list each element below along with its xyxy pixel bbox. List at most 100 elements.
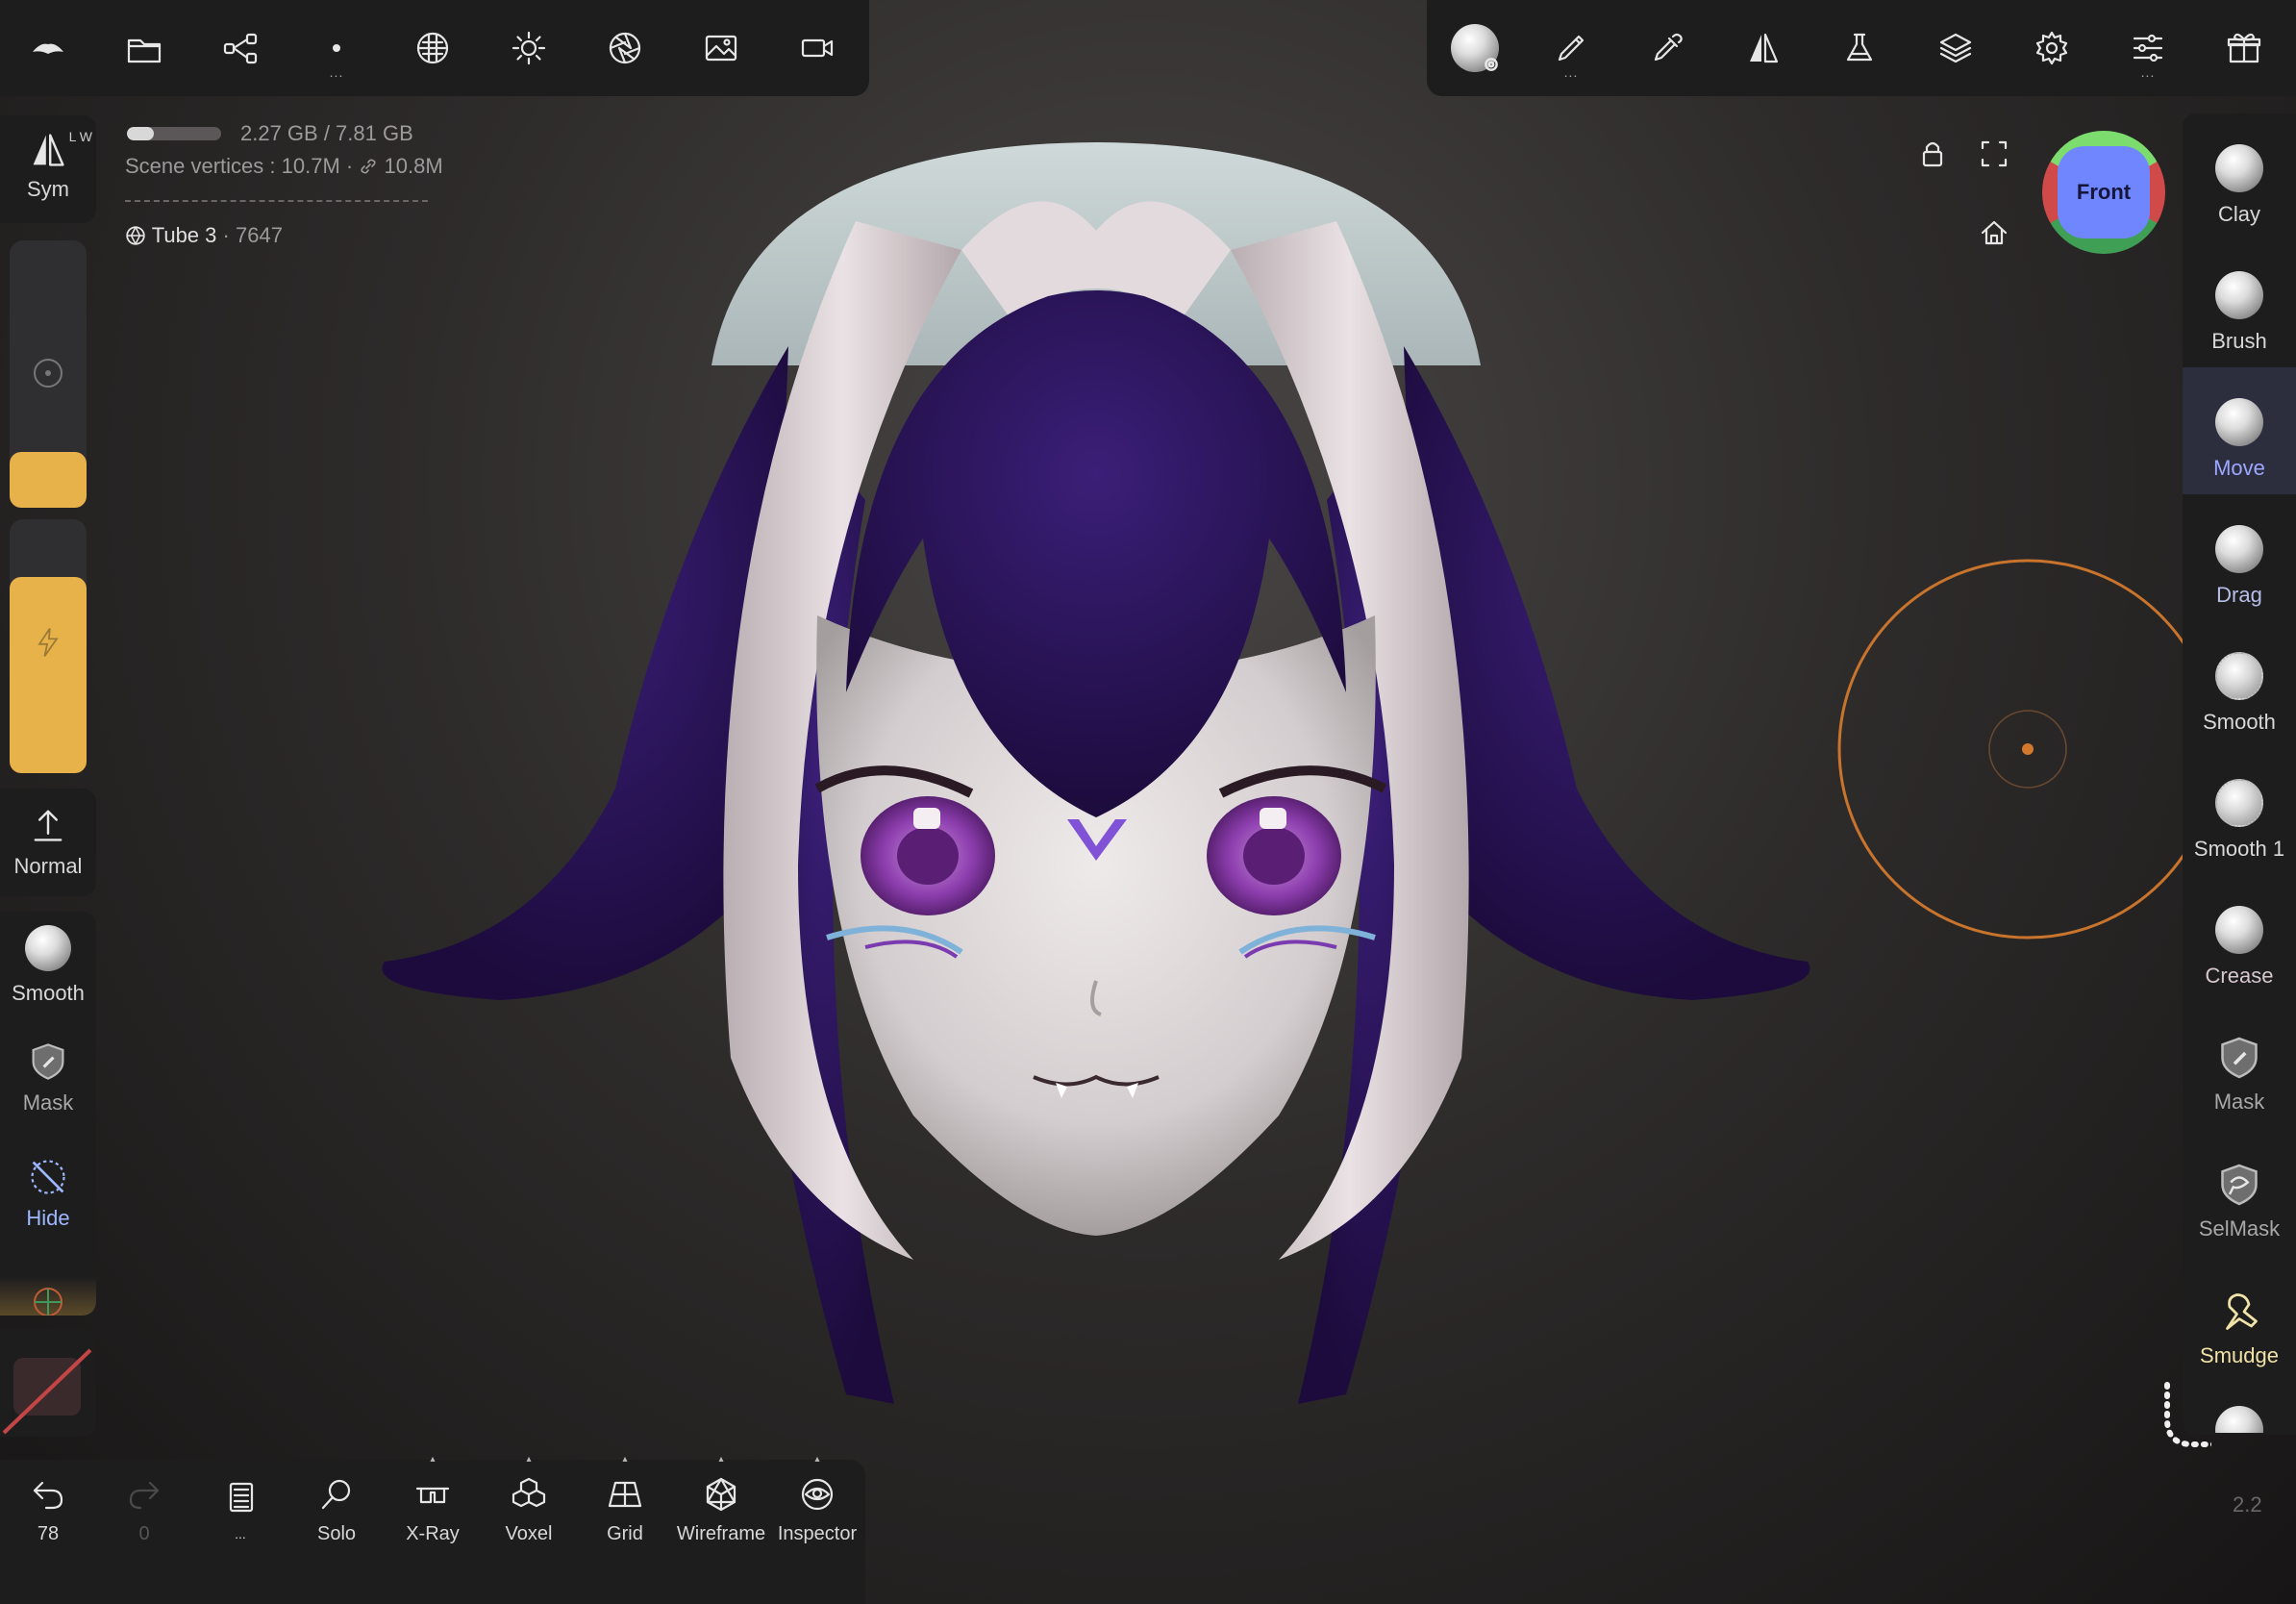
settings-gear-icon[interactable]: [2013, 10, 2090, 87]
crease-sphere-icon: [2215, 906, 2263, 954]
mask-quick-tool[interactable]: Mask: [0, 1040, 96, 1115]
video-camera-icon[interactable]: [779, 10, 856, 87]
history-more: ...: [235, 1526, 246, 1541]
topology-dot-icon[interactable]: ...: [298, 10, 375, 87]
app-version: 2.2: [2233, 1492, 2262, 1516]
memory-bar: [127, 127, 221, 140]
panel-resize-handle[interactable]: [2154, 1381, 2211, 1458]
scene-vertices-value: 10.7M: [281, 154, 340, 178]
xray-button[interactable]: ▴ X-Ray: [387, 1454, 479, 1558]
mask-quick-label: Mask: [22, 1090, 74, 1115]
symmetry-triangle-icon: [33, 134, 64, 166]
tool-clay[interactable]: Clay: [2183, 123, 2296, 248]
intensity-slider-fill: [10, 577, 87, 773]
wireframe-button[interactable]: ▴ Wireframe: [675, 1454, 767, 1558]
redo-icon: [129, 1481, 160, 1509]
solo-label: Solo: [316, 1522, 357, 1544]
undo-button[interactable]: 78: [2, 1462, 94, 1558]
object-name: Tube 3: [151, 223, 217, 247]
scene-graph-icon[interactable]: [202, 10, 279, 87]
magnifier-icon: [321, 1479, 351, 1509]
light-sun-icon[interactable]: [490, 10, 567, 87]
color-swatch[interactable]: [0, 1329, 96, 1437]
grid-plane-icon: [608, 1481, 642, 1507]
radius-slider-fill: [10, 452, 87, 508]
lock-camera-button[interactable]: [1913, 135, 1952, 173]
tool-smudge[interactable]: Smudge: [2183, 1266, 2296, 1391]
mask-shield-icon: [2221, 1037, 2258, 1079]
inspector-label: Inspector: [777, 1522, 858, 1544]
normal-toggle[interactable]: Normal: [0, 804, 96, 879]
eyedropper-icon[interactable]: [1629, 10, 1706, 87]
hide-quick-tool[interactable]: Hide: [0, 1156, 96, 1231]
move-sphere-icon: [2215, 398, 2263, 446]
history-menu-button[interactable]: ...: [194, 1462, 287, 1558]
redo-button[interactable]: 0: [98, 1462, 190, 1558]
notebook-icon: [229, 1482, 254, 1513]
gizmo-shortcut-icon[interactable]: [0, 1277, 96, 1316]
flask-icon[interactable]: [1821, 10, 1898, 87]
gift-icon[interactable]: [2206, 10, 2283, 87]
object-vertex-count: 7647: [235, 223, 283, 247]
folder-icon[interactable]: [106, 10, 183, 87]
paint-brush-icon[interactable]: ...: [1533, 10, 1610, 87]
tool-crease[interactable]: Crease: [2183, 885, 2296, 1010]
view-cube[interactable]: Front: [2042, 131, 2165, 254]
brush-sphere-icon: [2215, 271, 2263, 319]
symmetry-icon[interactable]: [1725, 10, 1802, 87]
scene-vertices-label: Scene vertices :: [125, 154, 276, 178]
normal-label: Normal: [13, 854, 83, 878]
wireframe-icon: [706, 1477, 736, 1511]
tool-smooth-1[interactable]: Smooth 1: [2183, 758, 2296, 883]
active-object[interactable]: Tube 3 · 7647: [125, 223, 283, 248]
voxel-button[interactable]: ▴ Voxel: [483, 1454, 575, 1558]
background-image-icon[interactable]: [683, 10, 760, 87]
intensity-slider[interactable]: [10, 519, 87, 773]
nomad-logo-icon[interactable]: [10, 10, 87, 87]
inspector-eye-icon: [801, 1478, 834, 1510]
memory-bar-fill: [127, 127, 155, 140]
tool-drag[interactable]: Drag: [2183, 504, 2296, 629]
drag-sphere-icon: [2215, 525, 2263, 573]
camera-aperture-icon[interactable]: [586, 10, 663, 87]
top-right-toolbar: ... ...: [1427, 0, 2296, 96]
material-sphere-icon[interactable]: [394, 10, 471, 87]
undo-icon: [33, 1481, 63, 1509]
smooth-1-sphere-icon: [2215, 779, 2263, 827]
smooth-quick-tool[interactable]: Smooth: [0, 925, 96, 1006]
sym-badge: L W: [68, 129, 92, 144]
hide-mesh-icon: [31, 1160, 65, 1194]
grid-button[interactable]: ▴ Grid: [579, 1454, 671, 1558]
radius-slider[interactable]: [10, 240, 87, 508]
smudge-finger-icon: [2226, 1293, 2258, 1330]
upload-arrow-icon: [34, 810, 62, 841]
sym-label: Sym: [27, 177, 69, 201]
inspector-button[interactable]: ▴ Inspector: [771, 1454, 863, 1558]
object-mesh-icon: [125, 223, 152, 247]
smooth-sphere-icon: [2215, 652, 2263, 700]
home-view-button[interactable]: [1975, 213, 2013, 252]
tool-mask[interactable]: Mask: [2183, 1012, 2296, 1137]
tool-brush[interactable]: Brush: [2183, 250, 2296, 375]
xray-label: X-Ray: [406, 1522, 460, 1544]
hide-quick-label: Hide: [26, 1206, 70, 1230]
sliders-icon[interactable]: ...: [2109, 10, 2186, 87]
radius-target-icon: [34, 359, 62, 388]
view-cube-label: Front: [2076, 180, 2132, 204]
selmask-shield-icon: [2221, 1164, 2258, 1206]
tool-smooth[interactable]: Smooth: [2183, 631, 2296, 756]
smooth-sphere-icon: [25, 925, 71, 971]
no-color-slash-icon: [2, 1348, 92, 1435]
redo-count: 0: [138, 1522, 150, 1544]
sym-toggle[interactable]: L W Sym: [0, 129, 96, 202]
fullscreen-button[interactable]: [1975, 135, 2013, 173]
matcap-shading-icon[interactable]: [1436, 10, 1513, 87]
tool-move[interactable]: Move: [2183, 377, 2296, 502]
solo-button[interactable]: Solo: [290, 1462, 383, 1558]
undo-count: 78: [37, 1522, 60, 1544]
layers-icon[interactable]: [1917, 10, 1994, 87]
scene-vertices-linked: 10.8M: [384, 154, 443, 178]
more-tools-peek[interactable]: [2215, 1406, 2263, 1433]
link-icon: [359, 154, 384, 178]
tool-selmask[interactable]: SelMask: [2183, 1139, 2296, 1264]
